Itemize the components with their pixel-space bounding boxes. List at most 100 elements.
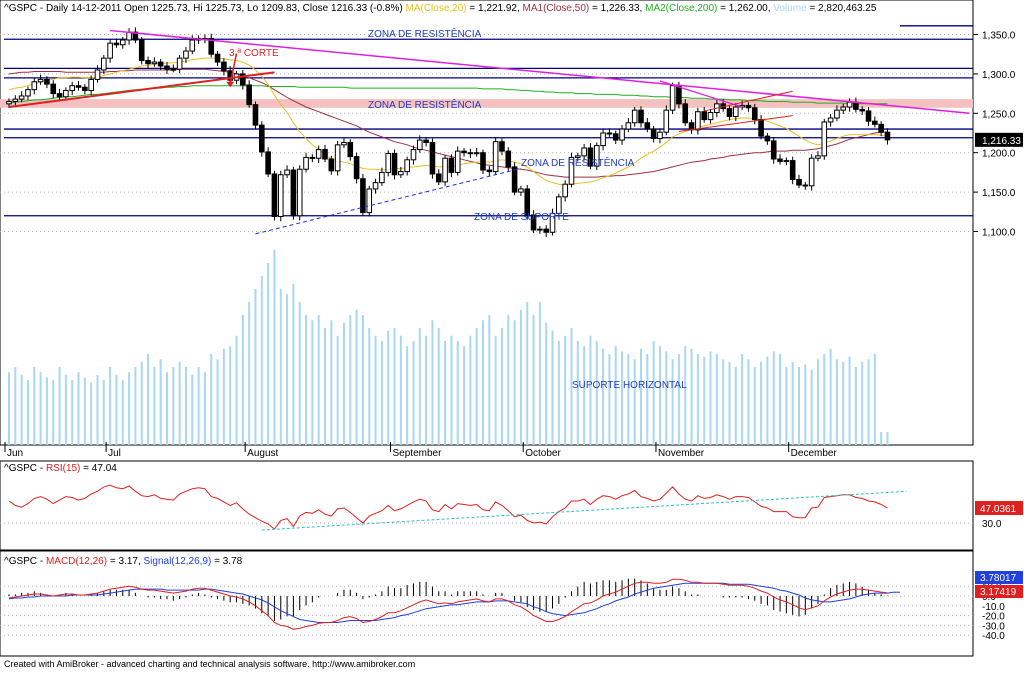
volume-bar bbox=[557, 341, 560, 445]
candle-body-up bbox=[126, 31, 132, 41]
volume-bar bbox=[260, 276, 263, 445]
candle bbox=[454, 146, 461, 176]
volume-bar bbox=[665, 351, 668, 445]
price-axis: 1,350.0 1,300.0 1,250.0 1,200.0 1,150.0 1,100… bbox=[973, 31, 1023, 239]
volume-bar bbox=[128, 372, 131, 445]
volume-bar bbox=[58, 367, 61, 445]
candle-body-down bbox=[391, 152, 398, 176]
candle-body-up bbox=[404, 159, 410, 173]
price-tick-label: 1,250.0 bbox=[982, 109, 1016, 120]
candle-body-up bbox=[12, 98, 19, 102]
candle-body-up bbox=[600, 132, 606, 147]
candle bbox=[808, 154, 815, 191]
last-price-label: 1,216.33 bbox=[982, 136, 1021, 147]
candle-body-down bbox=[44, 78, 50, 85]
volume-bar bbox=[197, 367, 200, 445]
volume-bar bbox=[216, 359, 219, 445]
candle-body-up bbox=[663, 109, 670, 133]
volume-bar bbox=[191, 374, 194, 445]
candle-body-up bbox=[296, 168, 303, 217]
candle-body-down bbox=[789, 160, 796, 180]
month-label: November bbox=[658, 448, 705, 459]
volume-bar bbox=[456, 341, 459, 445]
volume-bar bbox=[380, 341, 383, 445]
candle-body-down bbox=[113, 42, 120, 46]
volume-bar bbox=[614, 346, 617, 445]
candle-body-up bbox=[88, 78, 94, 91]
volume-bar bbox=[722, 359, 725, 445]
candle-body-up bbox=[492, 141, 499, 173]
volume-bar bbox=[140, 361, 143, 445]
candle-body-down bbox=[511, 166, 518, 193]
candle-body-up bbox=[107, 42, 113, 59]
volume-bar bbox=[646, 354, 649, 445]
candle-body-up bbox=[372, 182, 379, 190]
volume-bar bbox=[696, 354, 699, 445]
candle-body-up bbox=[63, 89, 69, 98]
candle-body-down bbox=[726, 108, 733, 117]
volume-bar bbox=[538, 302, 541, 445]
volume-bar bbox=[854, 367, 857, 445]
volume-bar bbox=[602, 348, 605, 445]
price-tick-label: 1,100.0 bbox=[982, 228, 1016, 239]
annotation-sup-horiz: SUPORTE HORIZONTAL bbox=[572, 380, 687, 391]
candle-body-down bbox=[859, 108, 866, 112]
candle-body-up bbox=[562, 183, 568, 198]
candle-body-up bbox=[707, 112, 714, 121]
volume-bar bbox=[425, 335, 428, 445]
volume-bar bbox=[519, 309, 522, 445]
volume-bar bbox=[393, 328, 396, 445]
volume-bar bbox=[203, 372, 206, 445]
volume-bar bbox=[532, 315, 535, 445]
volume-bar bbox=[677, 354, 680, 445]
candle-body-down bbox=[650, 128, 657, 140]
price-tick-label: 1,350.0 bbox=[982, 31, 1016, 42]
volume-bar bbox=[77, 372, 80, 445]
volume-bar bbox=[823, 354, 826, 445]
volume-bar bbox=[608, 354, 611, 445]
candle-body-down bbox=[758, 119, 764, 137]
candle-body-up bbox=[733, 106, 739, 117]
volume-bar bbox=[166, 372, 168, 445]
volume-bar bbox=[39, 372, 42, 445]
candle-body-up bbox=[398, 171, 404, 176]
volume-bar bbox=[399, 335, 402, 445]
candle-body-down bbox=[322, 149, 328, 160]
candle-body-up bbox=[537, 228, 543, 231]
volume-bar bbox=[361, 315, 364, 445]
volume-bar bbox=[652, 341, 655, 445]
volume-bar bbox=[26, 380, 29, 445]
volume-bar bbox=[766, 356, 769, 445]
candle-body-down bbox=[638, 109, 644, 124]
candle-body-down bbox=[347, 141, 354, 158]
candle-body-up bbox=[581, 147, 587, 157]
volume-bar bbox=[431, 320, 434, 445]
price-tick-label: 1,300.0 bbox=[982, 70, 1016, 81]
volume-bar bbox=[305, 315, 308, 445]
volume-bar bbox=[810, 369, 813, 445]
volume-bar bbox=[842, 361, 845, 445]
rsi-pane-frame[interactable] bbox=[0, 460, 974, 551]
volume-bar bbox=[848, 356, 851, 445]
volume-bar bbox=[494, 335, 497, 445]
candle bbox=[265, 147, 271, 178]
candle-body-up bbox=[808, 157, 815, 187]
candle-body-down bbox=[429, 141, 436, 175]
candle-body-up bbox=[417, 139, 423, 151]
month-label: December bbox=[791, 448, 838, 459]
volume-bar bbox=[418, 328, 421, 445]
macd-tick-label: -40.0 bbox=[982, 631, 1005, 642]
volume-bar bbox=[804, 364, 807, 445]
candle-body-up bbox=[815, 155, 821, 159]
candle-body-up bbox=[69, 85, 76, 91]
candle-body-down bbox=[50, 83, 57, 95]
candle-body-down bbox=[505, 150, 512, 168]
candle-body-up bbox=[442, 157, 448, 183]
volume-bar bbox=[734, 367, 737, 445]
candle-body-down bbox=[853, 101, 859, 110]
candle-body-down bbox=[543, 228, 550, 233]
candle bbox=[669, 82, 676, 115]
volume-bar bbox=[14, 367, 17, 445]
candle-body-down bbox=[770, 140, 777, 160]
volume-bar bbox=[703, 356, 706, 445]
